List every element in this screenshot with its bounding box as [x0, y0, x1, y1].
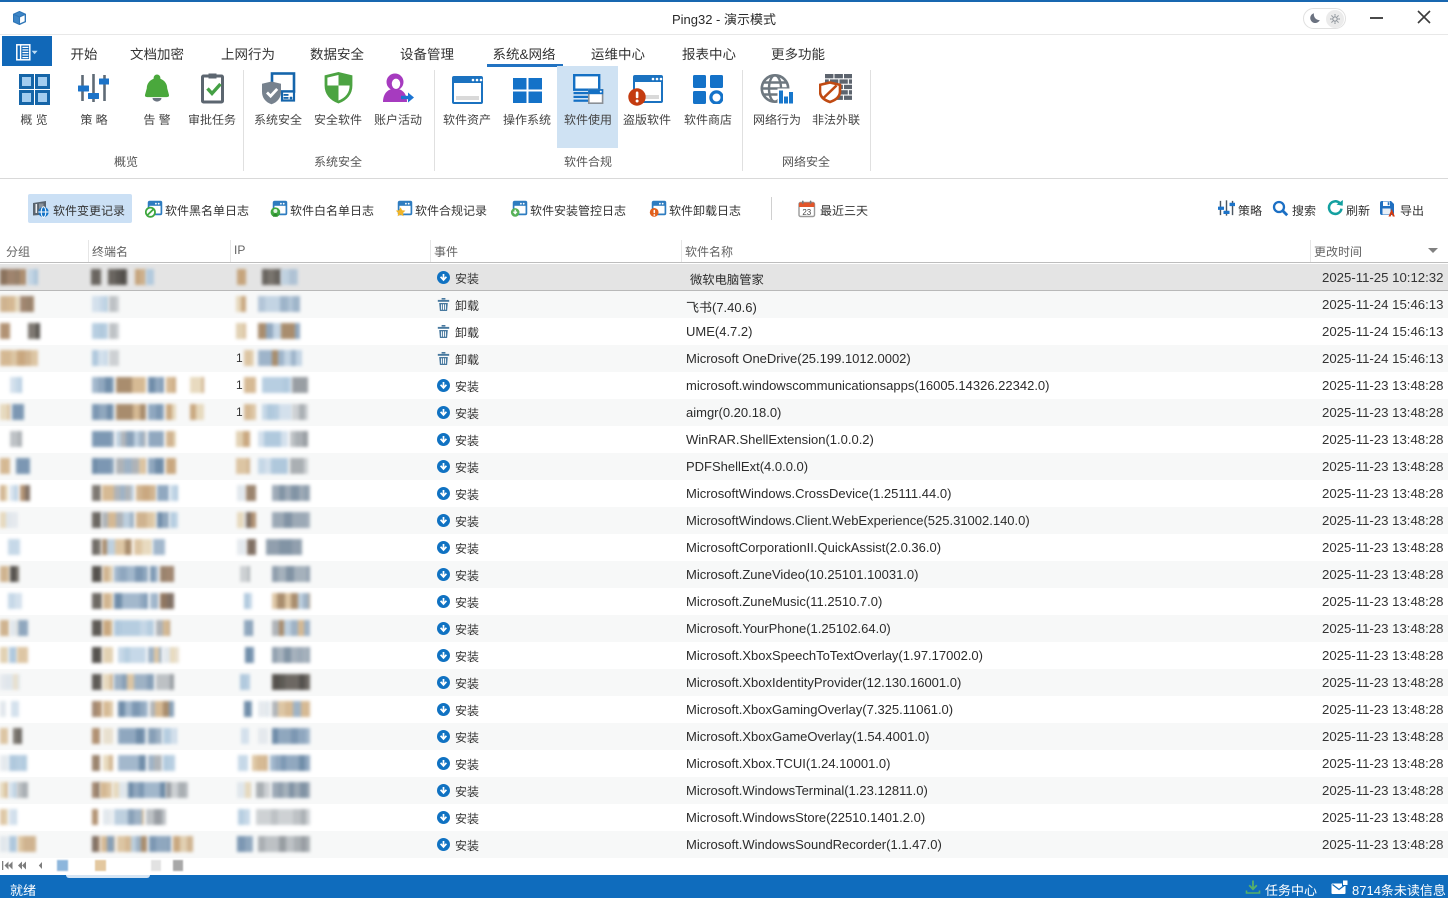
svg-text:23: 23 [802, 208, 811, 217]
